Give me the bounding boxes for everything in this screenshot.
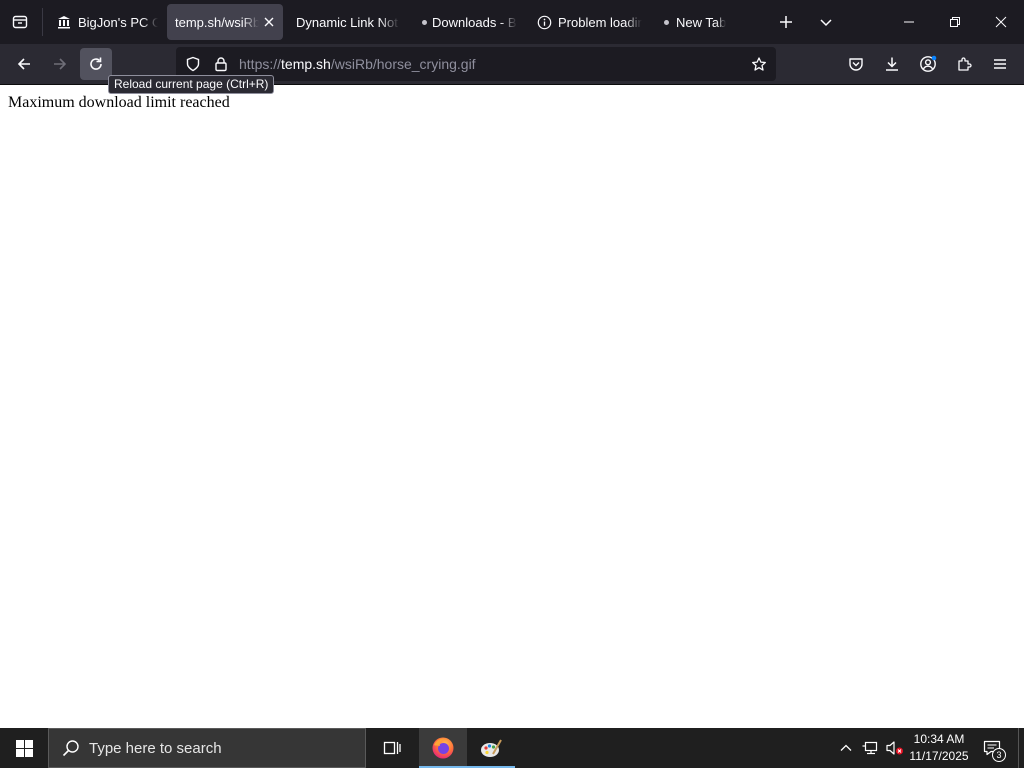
- close-window-button[interactable]: [978, 0, 1024, 44]
- tab-title: Downloads - B: [432, 14, 517, 30]
- volume-muted-icon: [886, 741, 903, 755]
- restore-button[interactable]: [932, 0, 978, 44]
- clock-time: 10:34 AM: [913, 732, 965, 746]
- dot-icon: [660, 14, 672, 30]
- bookmark-star-icon[interactable]: [751, 56, 767, 72]
- start-button[interactable]: [0, 728, 48, 768]
- search-placeholder: Type here to search: [89, 739, 222, 757]
- reload-icon: [90, 57, 102, 70]
- back-button[interactable]: [8, 48, 40, 80]
- url-host: temp.sh: [281, 56, 331, 72]
- tab-new-tab[interactable]: New Tab: [652, 4, 762, 40]
- minimize-icon: [904, 21, 914, 23]
- tab-title: BigJon's PC Ga: [78, 14, 158, 30]
- lock-icon[interactable]: [213, 56, 229, 72]
- close-tab-button[interactable]: [261, 14, 277, 30]
- downloads-button[interactable]: [876, 48, 908, 80]
- tab-dynamic-link[interactable]: Dynamic Link Not F: [290, 4, 400, 40]
- task-view-icon: [383, 741, 401, 755]
- tab-title: Dynamic Link Not F: [296, 14, 400, 30]
- tab-downloads[interactable]: Downloads - B: [412, 4, 520, 40]
- pocket-icon: [849, 58, 863, 71]
- url-scheme: https://: [239, 56, 282, 72]
- dot-icon: [418, 14, 430, 30]
- tab-strip: BigJon's PC Ga temp.sh/wsiRb/ Dynamic Li…: [0, 0, 1024, 44]
- hamburger-icon: [994, 59, 1006, 69]
- plus-icon: [780, 16, 792, 28]
- new-tab-button[interactable]: [770, 6, 802, 38]
- arrow-left-icon: [17, 58, 30, 70]
- notification-count-badge: 3: [992, 748, 1006, 762]
- account-button[interactable]: [912, 48, 944, 80]
- tab-temp-sh[interactable]: temp.sh/wsiRb/: [167, 4, 283, 40]
- tab-bigjon[interactable]: BigJon's PC Ga: [50, 4, 158, 40]
- task-view-button[interactable]: [368, 728, 416, 768]
- museum-icon: [56, 14, 72, 30]
- tab-problem-loading[interactable]: Problem loadin: [530, 4, 642, 40]
- account-icon: [920, 55, 937, 72]
- extensions-button[interactable]: [948, 48, 980, 80]
- page-message: Maximum download limit reached: [8, 94, 230, 111]
- puzzle-icon: [958, 57, 972, 71]
- paint-palette-icon: [481, 739, 502, 757]
- close-icon: [995, 16, 1007, 28]
- taskbar: Type here to search 10:34 AM 11/17/2025 …: [0, 728, 1024, 768]
- network-icon: [862, 741, 878, 755]
- clock-date: 11/17/2025: [909, 749, 969, 763]
- page-content: Maximum download limit reached: [0, 86, 1024, 728]
- chevron-up-icon: [840, 744, 852, 751]
- tab-title: Problem loadin: [558, 14, 642, 30]
- tab-separator: [42, 8, 43, 36]
- chevron-down-icon: [820, 19, 832, 27]
- menu-button[interactable]: [984, 48, 1016, 80]
- firefox-icon: [432, 737, 454, 759]
- firefox-view-icon: [12, 15, 28, 29]
- tab-title: New Tab: [676, 14, 727, 30]
- pocket-button[interactable]: [840, 48, 872, 80]
- url-path: /wsiRb/horse_crying.gif: [330, 56, 476, 72]
- list-all-tabs-button[interactable]: [810, 6, 842, 38]
- reload-tooltip: Reload current page (Ctrl+R): [108, 75, 275, 94]
- system-clock[interactable]: 10:34 AM 11/17/2025: [904, 731, 974, 765]
- shield-icon[interactable]: [185, 56, 201, 72]
- download-icon: [886, 57, 898, 71]
- taskbar-search-box[interactable]: Type here to search: [48, 728, 366, 768]
- taskbar-firefox[interactable]: [419, 728, 467, 768]
- arrow-right-icon: [54, 58, 67, 70]
- taskbar-paint[interactable]: [467, 728, 515, 768]
- close-icon: [264, 17, 274, 27]
- info-icon: [536, 14, 552, 30]
- reload-button[interactable]: [80, 48, 112, 80]
- windows-logo-icon: [15, 739, 33, 757]
- url-text[interactable]: https://temp.sh/wsiRb/horse_crying.gif: [239, 56, 476, 72]
- show-desktop-button[interactable]: [1018, 728, 1024, 768]
- forward-button[interactable]: [44, 48, 76, 80]
- minimize-button[interactable]: [886, 0, 932, 44]
- tab-title: temp.sh/wsiRb/: [175, 14, 259, 30]
- firefox-view-button[interactable]: [4, 6, 36, 38]
- show-hidden-icons-button[interactable]: [836, 728, 856, 768]
- network-status[interactable]: [860, 728, 882, 768]
- restore-icon: [950, 17, 960, 27]
- search-icon: [61, 738, 81, 758]
- volume-status[interactable]: [884, 728, 906, 768]
